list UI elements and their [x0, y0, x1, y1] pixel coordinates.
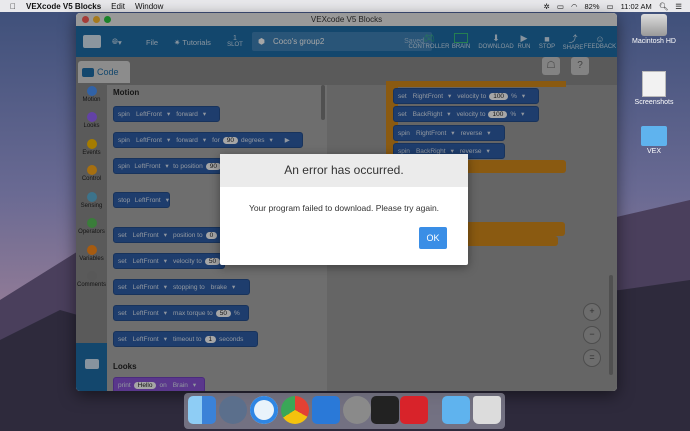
wifi-icon[interactable]: ◠ — [571, 2, 578, 11]
chrome-icon[interactable] — [281, 396, 309, 424]
dialog-message: Your program failed to download. Please … — [248, 203, 440, 213]
vexcode-window: VEXcode V5 Blocks 🌐︎ ▾ File ✷ Tutorials 1… — [76, 13, 617, 391]
dialog-title: An error has occurred. — [220, 154, 468, 187]
document-icon — [642, 71, 666, 97]
macos-menubar:  VEXcode V5 Blocks Edit Window ✲ ▭ ◠ 82… — [0, 0, 690, 12]
bluetooth-icon[interactable]: ✲ — [544, 2, 550, 11]
screen-mirroring-icon[interactable]: ▭ — [557, 2, 564, 11]
xcode-icon[interactable] — [312, 396, 340, 424]
folder-icon — [641, 126, 667, 146]
finder-icon[interactable] — [188, 396, 216, 424]
error-dialog: An error has occurred. Your program fail… — [220, 154, 468, 265]
trash-icon[interactable] — [473, 396, 501, 424]
menu-window[interactable]: Window — [135, 2, 163, 11]
vexcode-v5-blocks-icon[interactable] — [400, 396, 428, 424]
apple-menu-icon[interactable]:  — [10, 2, 16, 11]
menu-edit[interactable]: Edit — [111, 2, 125, 11]
hard-drive-icon — [641, 14, 667, 36]
control-center-icon[interactable]: ☰ — [675, 2, 682, 11]
system-preferences-icon[interactable] — [343, 396, 371, 424]
clock[interactable]: 11:02 AM — [621, 2, 652, 11]
downloads-folder-icon[interactable] — [442, 396, 470, 424]
launchpad-icon[interactable] — [219, 396, 247, 424]
battery-percent[interactable]: 82% — [584, 2, 599, 11]
desktop-icon-vex[interactable]: VEX — [624, 126, 684, 155]
desktop-icon-macintosh-hd[interactable]: Macintosh HD — [624, 14, 684, 45]
desktop-icon-screenshots[interactable]: Screenshots — [624, 71, 684, 106]
app-menu[interactable]: VEXcode V5 Blocks — [26, 2, 101, 11]
ok-button[interactable]: OK — [419, 227, 447, 249]
battery-icon[interactable]: ▭ — [607, 2, 614, 11]
vexcode-v5-icon[interactable] — [371, 396, 399, 424]
spotlight-icon[interactable]: 🔍︎ — [659, 2, 669, 11]
dock — [184, 393, 505, 429]
safari-icon[interactable] — [250, 396, 278, 424]
